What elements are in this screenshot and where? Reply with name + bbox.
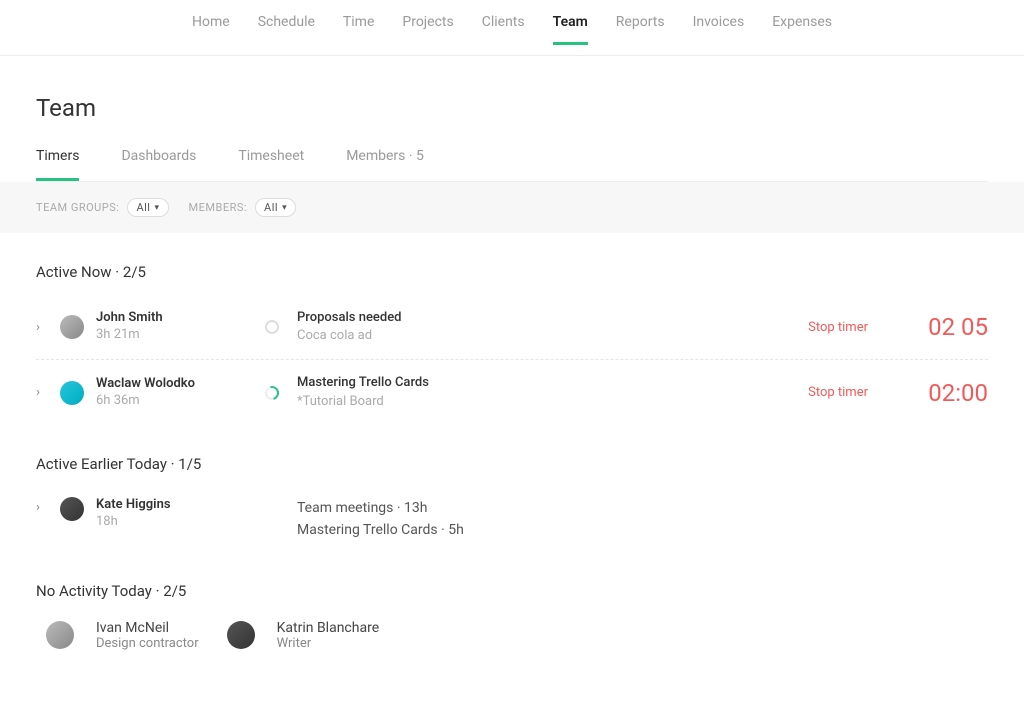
person-name: John Smith: [96, 310, 163, 327]
earlier-row: › Kate Higgins18h Team meetings · 13hMaste…: [36, 487, 988, 552]
filters-bar: TEAM GROUPS: All ▾ MEMBERS: All ▾: [0, 182, 1024, 233]
person-card-info: Ivan McNeilDesign contractor: [96, 620, 199, 651]
expand-icon[interactable]: ›: [36, 500, 52, 515]
nav-item-expenses[interactable]: Expenses: [772, 14, 832, 45]
nav-item-clients[interactable]: Clients: [482, 14, 525, 45]
earlier-task-line: Team meetings · 13h: [297, 497, 988, 519]
filter-members: MEMBERS: All ▾: [189, 198, 297, 217]
sub-tab-members[interactable]: Members · 5: [346, 148, 424, 181]
avatar: [60, 497, 84, 521]
task-title: Proposals needed: [297, 309, 808, 327]
earlier-tasks: Team meetings · 13hMastering Trello Card…: [297, 497, 988, 542]
task-project: Coca cola ad: [297, 327, 808, 345]
person-duration: 6h 36m: [96, 393, 195, 410]
person-card-info: Katrin BlanchareWriter: [277, 620, 380, 651]
person-card: Katrin BlanchareWriter: [227, 620, 380, 651]
section-no-activity: No Activity Today · 2/5 Ivan McNeilDesig…: [36, 552, 988, 675]
page: Team Timers Dashboards Timesheet Members · …: [0, 56, 1024, 675]
avatar: [46, 621, 74, 649]
active-row: › Waclaw Wolodko6h 36m Mastering Trello Ca…: [36, 360, 988, 424]
nav-item-team[interactable]: Team: [553, 14, 588, 45]
avatar: [60, 315, 84, 339]
person-duration: 18h: [96, 514, 171, 531]
filter-team-groups: TEAM GROUPS: All ▾: [36, 198, 169, 217]
nav-item-schedule[interactable]: Schedule: [258, 14, 315, 45]
active-row: › John Smith3h 21m Proposals neededCoca co…: [36, 295, 988, 360]
person-card-name: Katrin Blanchare: [277, 620, 380, 636]
section-title-active-now: Active Now · 2/5: [36, 263, 988, 281]
section-active-now: Active Now · 2/5 › John Smith3h 21m Propos…: [36, 233, 988, 425]
sub-tab-timers[interactable]: Timers: [36, 148, 79, 181]
stop-timer-button[interactable]: Stop timer: [808, 320, 868, 335]
person-duration: 3h 21m: [96, 327, 163, 344]
timer-value: 02 05: [908, 313, 988, 341]
nav-item-time[interactable]: Time: [343, 14, 374, 45]
person-name: Kate Higgins: [96, 497, 171, 514]
person-info: Kate Higgins18h: [96, 497, 171, 531]
filter-pill-members-value: All: [264, 201, 278, 214]
expand-icon[interactable]: ›: [36, 320, 52, 335]
sub-tab-dashboards[interactable]: Dashboards: [121, 148, 196, 181]
timer-value: 02:00: [908, 379, 988, 407]
chevron-down-icon: ▾: [282, 203, 287, 213]
nav-item-invoices[interactable]: Invoices: [693, 14, 745, 45]
task-col: Mastering Trello Cards*Tutorial Board: [297, 374, 808, 410]
status-indicator-icon: [265, 320, 279, 334]
expand-icon[interactable]: ›: [36, 385, 52, 400]
filter-pill-members[interactable]: All ▾: [255, 198, 296, 217]
person-col: Kate Higgins18h: [60, 497, 265, 531]
task-col: Proposals neededCoca cola ad: [297, 309, 808, 345]
filter-pill-groups-value: All: [136, 201, 150, 214]
person-info: Waclaw Wolodko6h 36m: [96, 376, 195, 410]
status-indicator-icon: [262, 383, 281, 402]
page-title: Team: [36, 94, 988, 122]
top-nav: Home Schedule Time Projects Clients Team Repor…: [0, 0, 1024, 56]
chevron-down-icon: ▾: [154, 203, 159, 213]
sub-tabs: Timers Dashboards Timesheet Members · 5: [36, 148, 988, 182]
person-card-role: Design contractor: [96, 636, 199, 651]
filter-pill-groups[interactable]: All ▾: [127, 198, 168, 217]
person-name: Waclaw Wolodko: [96, 376, 195, 393]
nav-item-projects[interactable]: Projects: [402, 14, 453, 45]
earlier-task-line: Mastering Trello Cards · 5h: [297, 519, 988, 541]
section-earlier: Active Earlier Today · 1/5 › Kate Higgins…: [36, 425, 988, 552]
nav-item-reports[interactable]: Reports: [616, 14, 665, 45]
page-header: Team Timers Dashboards Timesheet Members · …: [36, 56, 988, 182]
no-activity-people: Ivan McNeilDesign contractor Katrin Blanc…: [36, 614, 988, 675]
section-title-earlier: Active Earlier Today · 1/5: [36, 455, 988, 473]
person-col: John Smith3h 21m: [60, 310, 265, 344]
nav-item-home[interactable]: Home: [192, 14, 230, 45]
task-title: Mastering Trello Cards: [297, 374, 808, 392]
task-project: *Tutorial Board: [297, 393, 808, 411]
avatar: [227, 621, 255, 649]
person-card: Ivan McNeilDesign contractor: [46, 620, 199, 651]
sub-tab-timesheet[interactable]: Timesheet: [238, 148, 304, 181]
stop-timer-button[interactable]: Stop timer: [808, 385, 868, 400]
person-card-role: Writer: [277, 636, 380, 651]
section-title-no-activity: No Activity Today · 2/5: [36, 582, 988, 600]
person-info: John Smith3h 21m: [96, 310, 163, 344]
avatar: [60, 381, 84, 405]
filter-label-members: MEMBERS:: [189, 201, 248, 214]
person-card-name: Ivan McNeil: [96, 620, 199, 636]
filter-label-groups: TEAM GROUPS:: [36, 201, 119, 214]
person-col: Waclaw Wolodko6h 36m: [60, 376, 265, 410]
